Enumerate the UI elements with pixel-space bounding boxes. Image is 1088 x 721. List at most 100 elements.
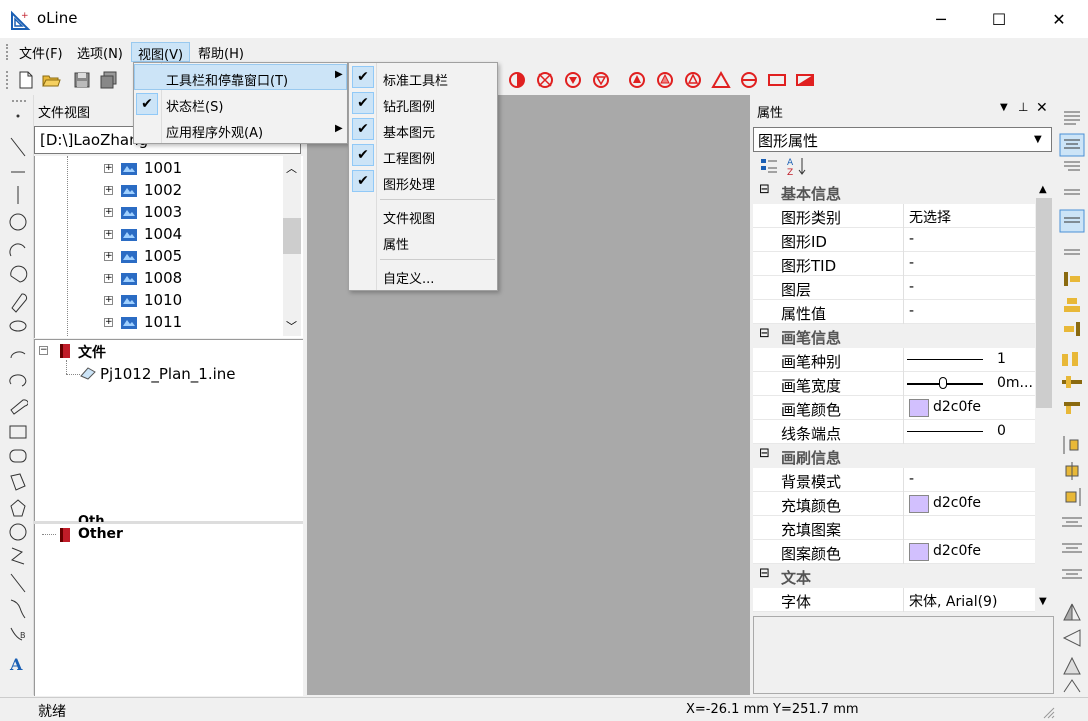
drawing-tools-icons[interactable]: B A [8,108,28,698]
collapse-icon[interactable]: ⊟ [759,182,770,197]
red-book-icon [60,528,70,542]
property-row[interactable]: 画笔种别 1 [753,348,1035,372]
menu-item-label: 状态栏(S) [166,100,224,115]
property-value: d2c0fe [933,495,981,511]
file-item-label[interactable]: Pj1012_Plan_1.ine [100,365,236,383]
menu-view[interactable]: 视图(V) [131,42,191,63]
property-name: 字体 [781,593,812,611]
submenu-arrow-icon: ▶ [335,69,343,80]
menu-item-label: 工具栏和停靠窗口(T) [166,74,289,89]
property-name: 图形TID [781,257,837,275]
category-pen-info[interactable]: ⊟ 画笔信息 [753,324,1035,348]
color-swatch [909,399,929,417]
submenu-item-label: 工程图例 [383,152,436,167]
minimize-button[interactable]: ─ [912,0,970,38]
collapse-icon[interactable]: ⊟ [759,446,770,461]
menu-help[interactable]: 帮助(H) [192,42,250,62]
circle-triangle-up-filled-icon[interactable] [627,70,647,90]
close-button[interactable]: ✕ [1030,0,1088,38]
tree-node-label: 1003 [144,203,183,221]
rectangle-outline-icon[interactable] [767,70,787,90]
pin-icon[interactable]: ⊥ [1018,100,1028,114]
property-row[interactable]: 图形TID - [753,252,1035,276]
categorized-icon[interactable] [759,156,779,176]
scroll-down-icon[interactable]: ﹀ [286,318,297,334]
property-row[interactable]: 图案颜色 d2c0fe [753,540,1035,564]
tree-scroll-thumb[interactable] [283,218,301,254]
expand-icon[interactable]: + [104,296,113,305]
property-row[interactable]: 图层 - [753,276,1035,300]
property-row[interactable]: 背景模式 - [753,468,1035,492]
property-row[interactable]: 线条端点 0 [753,420,1035,444]
property-value: 0m... [997,375,1033,391]
line-preview [907,431,983,432]
tree-guide-line [42,534,56,535]
property-row[interactable]: 图形ID - [753,228,1035,252]
save-icon[interactable] [72,70,92,90]
circle-line-icon[interactable] [739,70,759,90]
expand-icon[interactable]: + [104,164,113,173]
toolbar-grip [6,71,8,89]
map-folder-icon [121,251,137,263]
menu-item-label: 应用程序外观(A) [166,126,264,141]
collapse-icon[interactable]: ⊟ [759,326,770,341]
category-brush-info[interactable]: ⊟ 画刷信息 [753,444,1035,468]
property-row[interactable]: 画笔颜色 d2c0fe [753,396,1035,420]
status-bar [0,697,1088,721]
scroll-up-icon[interactable]: ︿ [286,160,297,176]
triangle-outline-icon[interactable] [711,70,731,90]
circle-triangle-up-icon[interactable] [683,70,703,90]
category-text[interactable]: ⊟ 文本 [753,564,1035,588]
property-row[interactable]: 图形类别 无选择 [753,204,1035,228]
menu-options[interactable]: 选项(N) [71,42,129,62]
open-folder-icon[interactable] [41,70,61,90]
resize-grip-icon[interactable] [1040,704,1056,720]
submenu-item-properties[interactable] [349,228,497,254]
property-value: - [909,279,915,295]
tree-guide-line [67,156,68,336]
window-title: oLine [37,9,78,27]
map-folder-icon [121,295,137,307]
circle-triangle-down-filled-icon[interactable] [563,70,583,90]
rectangle-half-icon[interactable] [795,70,815,90]
circle-triangle-up-half-icon[interactable] [655,70,675,90]
property-row[interactable]: 字体 宋体, Arial(9) [753,588,1035,612]
collapse-icon[interactable]: − [39,346,48,355]
sort-az-icon[interactable]: AZ [786,156,808,176]
collapse-icon[interactable]: ⊟ [759,566,770,581]
half-circle-icon[interactable] [507,70,527,90]
property-row[interactable]: 属性值 - [753,300,1035,324]
panel-dropdown-icon[interactable]: ▼ [1000,102,1008,113]
menu-file[interactable]: 文件(F) [13,42,69,62]
tree-node-label: 1008 [144,269,183,287]
property-row[interactable]: 充填颜色 d2c0fe [753,492,1035,516]
save-all-icon[interactable] [99,70,119,90]
category-basic-info[interactable]: ⊟ 基本信息 [753,180,1035,204]
menubar-grip [6,44,8,60]
property-row[interactable]: 画笔宽度 0m... [753,372,1035,396]
maximize-button[interactable]: ☐ [970,0,1028,38]
property-scroll-thumb[interactable] [1036,198,1052,408]
expand-icon[interactable]: + [104,230,113,239]
expand-icon[interactable]: + [104,274,113,283]
expand-icon[interactable]: + [104,318,113,327]
cursor-coordinates: X=-26.1 mm Y=251.7 mm [686,702,859,717]
property-row[interactable]: 充填图案 [753,516,1035,540]
svg-text:A: A [787,158,794,168]
expand-icon[interactable]: + [104,186,113,195]
circle-cross-icon[interactable] [535,70,555,90]
chevron-down-icon[interactable]: ▼ [1034,134,1042,145]
panel-close-icon[interactable]: ✕ [1036,100,1048,116]
property-name: 充填颜色 [781,497,842,515]
property-name: 属性值 [781,305,827,323]
svg-text:Z: Z [787,168,793,176]
expand-icon[interactable]: + [104,252,113,261]
scroll-up-icon[interactable]: ▲ [1039,184,1047,195]
circle-triangle-down-icon[interactable] [591,70,611,90]
scroll-down-icon[interactable]: ▼ [1039,596,1047,607]
submenu-item-label: 图形处理 [383,178,436,193]
category-label: 画笔信息 [781,329,842,347]
new-file-icon[interactable] [16,70,36,90]
alignment-tools-icons[interactable] [1058,100,1086,696]
expand-icon[interactable]: + [104,208,113,217]
